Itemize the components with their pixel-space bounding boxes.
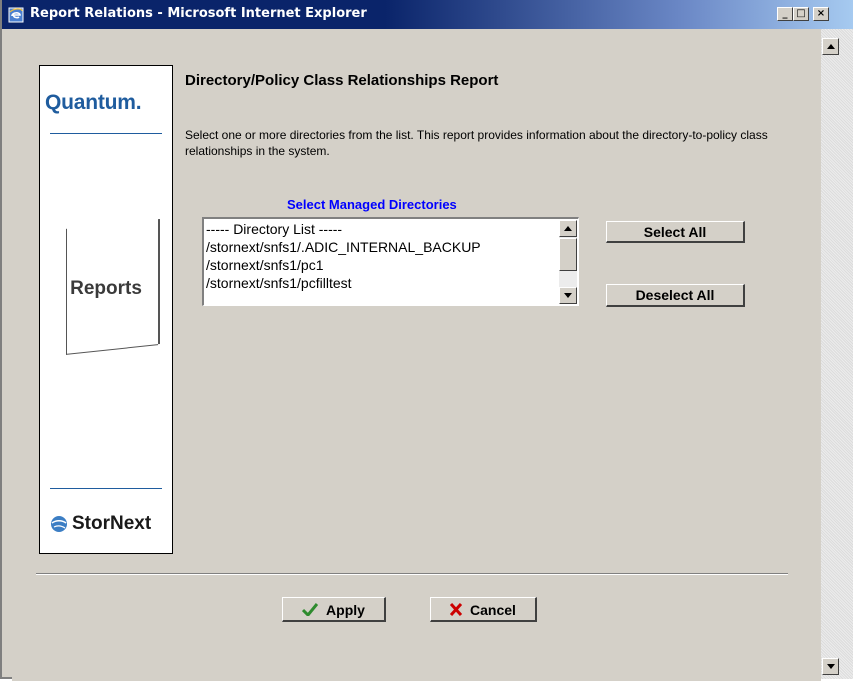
title-bar: Report Relations - Microsoft Internet Ex… bbox=[2, 0, 853, 29]
apply-label: Apply bbox=[326, 601, 365, 618]
directory-listbox[interactable]: ----- Directory List ----- /stornext/snf… bbox=[202, 217, 579, 306]
cancel-button[interactable]: Cancel bbox=[430, 597, 537, 622]
minimize-button[interactable]: _ bbox=[777, 7, 793, 21]
apply-button[interactable]: Apply bbox=[282, 597, 386, 622]
report-description: Select one or more directories from the … bbox=[185, 128, 768, 158]
list-item[interactable]: /stornext/snfs1/pc1 bbox=[206, 256, 558, 274]
window-title: Report Relations - Microsoft Internet Ex… bbox=[30, 6, 367, 21]
listbox-scrollbar[interactable] bbox=[559, 220, 577, 304]
cancel-label: Cancel bbox=[470, 601, 516, 618]
directory-list: ----- Directory List ----- /stornext/snf… bbox=[206, 220, 558, 305]
page-scrollbar[interactable] bbox=[821, 29, 853, 679]
close-button[interactable]: × bbox=[813, 7, 829, 21]
internet-explorer-icon bbox=[8, 7, 24, 23]
select-directories-label: Select Managed Directories bbox=[287, 197, 457, 212]
list-item[interactable]: ----- Directory List ----- bbox=[206, 220, 558, 238]
scroll-up-button[interactable] bbox=[822, 38, 839, 55]
list-item[interactable]: /stornext/snfs1/pcfilltest bbox=[206, 274, 558, 292]
footer-divider bbox=[36, 573, 788, 575]
arrow-up-icon bbox=[827, 44, 835, 49]
deselect-all-button[interactable]: Deselect All bbox=[606, 284, 745, 307]
cancel-x-icon bbox=[450, 602, 463, 616]
stornext-globe-icon bbox=[51, 516, 67, 532]
listbox-scroll-up-button[interactable] bbox=[559, 220, 577, 237]
list-item[interactable]: /stornext/snfs1/.ADIC_INTERNAL_BACKUP bbox=[206, 238, 558, 256]
sidebar-panel: Quantum. Reports StorNext bbox=[39, 65, 173, 554]
page-title: Directory/Policy Class Relationships Rep… bbox=[185, 72, 499, 89]
maximize-button[interactable]: □ bbox=[793, 7, 809, 21]
listbox-scroll-thumb[interactable] bbox=[559, 238, 577, 271]
arrow-up-icon bbox=[564, 226, 572, 231]
sidebar-divider bbox=[50, 133, 162, 134]
reports-label: Reports bbox=[70, 278, 142, 299]
checkmark-icon bbox=[302, 602, 319, 616]
arrow-down-icon bbox=[564, 293, 572, 298]
sidebar-divider bbox=[50, 488, 162, 489]
stornext-logo: StorNext bbox=[72, 513, 152, 534]
browser-window: Report Relations - Microsoft Internet Ex… bbox=[0, 0, 853, 681]
quantum-logo: Quantum. bbox=[45, 91, 142, 114]
scroll-down-button[interactable] bbox=[822, 658, 839, 675]
listbox-scroll-down-button[interactable] bbox=[559, 287, 577, 304]
arrow-down-icon bbox=[827, 664, 835, 669]
select-all-button[interactable]: Select All bbox=[606, 221, 745, 243]
